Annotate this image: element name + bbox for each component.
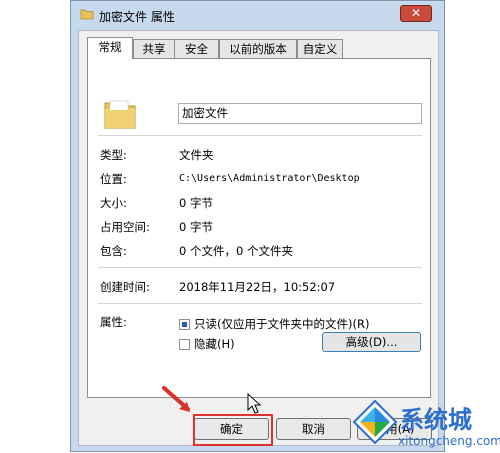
cancel-button[interactable]: 取消 — [276, 418, 351, 440]
dialog-client: 常规 共享 安全 以前的版本 自定义 加密文件 类型: 文件夹 位置: C:\U… — [78, 30, 439, 446]
attributes-label: 属性: — [100, 315, 127, 329]
separator — [98, 135, 422, 136]
size-label: 大小: — [100, 196, 127, 210]
mouse-cursor-icon — [247, 393, 261, 414]
tab-sharing[interactable]: 共享 — [133, 39, 175, 58]
hidden-checkbox[interactable] — [179, 339, 190, 350]
red-arrow-icon — [162, 386, 190, 412]
separator — [98, 267, 422, 268]
tab-previous-versions[interactable]: 以前的版本 — [219, 39, 297, 58]
close-button[interactable]: ✕ — [400, 5, 432, 22]
tab-security[interactable]: 安全 — [174, 39, 219, 58]
disk-size-value: 0 字节 — [179, 220, 213, 234]
tab-general[interactable]: 常规 — [87, 37, 133, 59]
type-value: 文件夹 — [179, 148, 214, 162]
tab-customize[interactable]: 自定义 — [297, 39, 343, 58]
advanced-button[interactable]: 高级(D)... — [322, 332, 421, 352]
title-bar[interactable]: 加密文件 属性 ✕ — [71, 1, 444, 29]
disk-size-label: 占用空间: — [100, 220, 150, 234]
folder-name-input[interactable]: 加密文件 — [178, 103, 422, 124]
watermark-name: 系统城 — [400, 406, 472, 434]
folder-icon — [80, 9, 94, 20]
properties-dialog: 加密文件 属性 ✕ 常规 共享 安全 以前的版本 自定义 加密文件 类型: 文件… — [70, 0, 445, 452]
created-label: 创建时间: — [100, 280, 150, 294]
contains-value: 0 个文件，0 个文件夹 — [179, 244, 293, 258]
created-value: 2018年11月22日，10:52:07 — [179, 280, 336, 294]
readonly-label[interactable]: 只读(仅应用于文件夹中的文件)(R) — [194, 316, 369, 332]
readonly-checkbox[interactable] — [179, 319, 190, 330]
contains-label: 包含: — [100, 244, 127, 258]
location-label: 位置: — [100, 172, 127, 186]
watermark-url: xitongcheng.com — [398, 434, 500, 448]
hidden-label[interactable]: 隐藏(H) — [194, 336, 235, 352]
size-value: 0 字节 — [179, 196, 213, 210]
general-panel: 加密文件 类型: 文件夹 位置: C:\Users\Administrator\… — [87, 58, 431, 398]
separator — [98, 303, 422, 304]
ok-button-highlight — [193, 414, 273, 446]
location-value: C:\Users\Administrator\Desktop — [179, 173, 360, 184]
type-label: 类型: — [100, 148, 127, 162]
window-title: 加密文件 属性 — [99, 10, 175, 24]
watermark-logo-icon — [352, 399, 398, 445]
folder-large-icon — [104, 100, 136, 129]
